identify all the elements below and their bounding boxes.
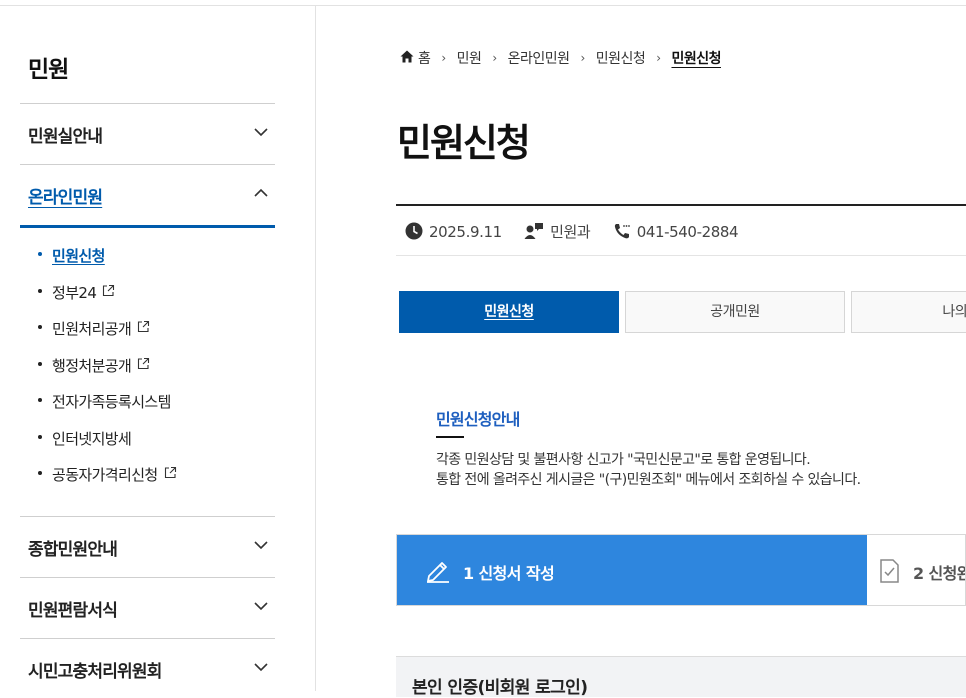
sidebar-subitem-label: 민원신청: [52, 247, 105, 265]
chevron-down-icon: [254, 541, 268, 550]
chevron-right-icon: ›: [656, 51, 661, 65]
sidebar-group-label: 온라인민원: [28, 188, 103, 208]
tab-apply[interactable]: 민원신청: [399, 291, 619, 333]
bullet: [38, 361, 42, 366]
external-link-icon: [138, 357, 150, 369]
sidebar-subitem-apply[interactable]: 민원신청: [20, 236, 275, 273]
document-check-icon: [880, 559, 899, 583]
phone-icon: [614, 224, 630, 239]
chevron-down-icon: [254, 128, 268, 137]
chevron-right-icon: ›: [441, 51, 446, 65]
sidebar-subitem-label-wrap: 민원처리공개: [52, 318, 150, 339]
sidebar-group-online[interactable]: 온라인민원: [20, 164, 275, 228]
sidebar-subitem-label: 정부24: [52, 283, 97, 302]
breadcrumb-item[interactable]: 민원신청: [596, 48, 646, 68]
bullet: [38, 325, 42, 329]
external-link-icon: [138, 320, 150, 333]
step-1-active: 1 신청서 작성: [397, 535, 867, 605]
meta-phone: 041-540-2884: [613, 222, 739, 241]
breadcrumb-home-label: 홈: [418, 51, 431, 67]
bullet: [38, 252, 42, 256]
sidebar-subitem-label: 민원처리공개: [52, 320, 132, 338]
person-chat-icon: [524, 223, 544, 239]
sidebar-subitem-process-open[interactable]: 민원처리공개: [20, 309, 275, 346]
sidebar-subitem-gov24[interactable]: 정부24: [20, 273, 275, 310]
breadcrumb-home[interactable]: 홈: [400, 48, 431, 68]
sidebar-subitem-local-tax[interactable]: 인터넷지방세: [20, 419, 275, 456]
tab-bar: 민원신청 공개민원 나의민: [399, 291, 966, 333]
tab-public-civil[interactable]: 공개민원: [625, 291, 845, 333]
sidebar-subitem-label: 행정처분공개: [52, 356, 132, 375]
breadcrumb-current: 민원신청: [671, 51, 721, 67]
step-2-label: 2 신청완: [913, 564, 966, 583]
meta-divider: [396, 255, 966, 256]
guide-text: 각종 민원상담 및 불편사항 신고가 "국민신문고"로 통합 운영됩니다. 통합…: [436, 450, 861, 490]
chevron-down-icon: [254, 663, 268, 672]
external-link-icon: [164, 466, 176, 479]
guide-line-2: 통합 전에 올려주신 게시글은 "(구)민원조회" 메뉴에서 조회하실 수 있습…: [436, 472, 861, 488]
sidebar-title: 민원: [28, 57, 69, 83]
sidebar-subitem-label: 공동자가격리신청: [52, 466, 158, 484]
sidebar-sub-list: 민원신청 정부24 민원처리공개 행정처분공개 전자가족등록시스템 인터넷지방세…: [20, 236, 275, 492]
chevron-up-icon: [254, 188, 268, 197]
breadcrumb-item[interactable]: 온라인민원: [508, 48, 570, 68]
sidebar-subitem-label: 인터넷지방세: [52, 429, 132, 448]
clock-icon: [405, 222, 423, 240]
title-divider: [396, 204, 966, 206]
guide-line-1: 각종 민원상담 및 불편사항 신고가 "국민신문고"로 통합 운영됩니다.: [436, 452, 811, 468]
sidebar-group-label: 종합민원안내: [28, 540, 118, 560]
page-title: 민원신청: [397, 121, 531, 165]
breadcrumb: 홈 › 민원 › 온라인민원 › 민원신청 › 민원신청: [400, 48, 721, 68]
chevron-right-icon: ›: [580, 51, 585, 65]
sidebar-group-label: 민원편람서식: [28, 601, 118, 621]
sidebar-subitem-label-wrap: 행정처분공개: [52, 355, 150, 376]
meta-date: 2025.9.11: [405, 222, 502, 241]
sidebar-subitem-family-registry[interactable]: 전자가족등록시스템: [20, 382, 275, 419]
home-icon: [400, 50, 414, 63]
sidebar-group-general-guide[interactable]: 종합민원안내: [20, 516, 275, 576]
sidebar-subitem-self-quarantine[interactable]: 공동자가격리신청: [20, 455, 275, 492]
meta-phone-value: 041-540-2884: [636, 223, 739, 241]
guide-title-bar: [436, 436, 464, 438]
sidebar-group-forms[interactable]: 민원편람서식: [20, 577, 275, 637]
meta-department: 민원과: [524, 221, 591, 242]
chevron-right-icon: ›: [492, 51, 497, 65]
sidebar-group-label: 민원실안내: [28, 127, 103, 147]
meta-department-value: 민원과: [550, 223, 591, 241]
sidebar-subitem-admin-disposition[interactable]: 행정처분공개: [20, 346, 275, 383]
tab-my-civil[interactable]: 나의민: [851, 291, 966, 333]
breadcrumb-item[interactable]: 민원: [457, 48, 482, 68]
bullet: [38, 434, 42, 439]
bullet: [38, 471, 42, 475]
meta-date-value: 2025.9.11: [429, 223, 502, 241]
step-1-label: 1 신청서 작성: [463, 564, 555, 583]
step-indicator: 1 신청서 작성 2 신청완: [396, 534, 966, 606]
sidebar-subitem-label-wrap: 정부24: [52, 282, 115, 303]
bullet: [38, 288, 42, 293]
pencil-icon: [427, 562, 449, 583]
chevron-down-icon: [254, 602, 268, 611]
page-meta: 2025.9.11 민원과 041-540-2884: [405, 221, 756, 242]
external-link-icon: [103, 284, 115, 296]
bullet: [38, 398, 42, 402]
sidebar-group-label: 시민고충처리위원회: [28, 662, 162, 682]
step-arrow: [847, 535, 867, 605]
sidebar-subitem-label: 전자가족등록시스템: [52, 393, 171, 411]
sidebar-group-civil-office[interactable]: 민원실안내: [20, 103, 275, 163]
sidebar-subitem-label-wrap: 공동자가격리신청: [52, 464, 177, 485]
auth-title: 본인 인증(비회원 로그인): [412, 678, 588, 698]
guide-title: 민원신청안내: [436, 410, 520, 429]
sidebar-group-grievance-committee[interactable]: 시민고충처리위원회: [20, 638, 275, 698]
